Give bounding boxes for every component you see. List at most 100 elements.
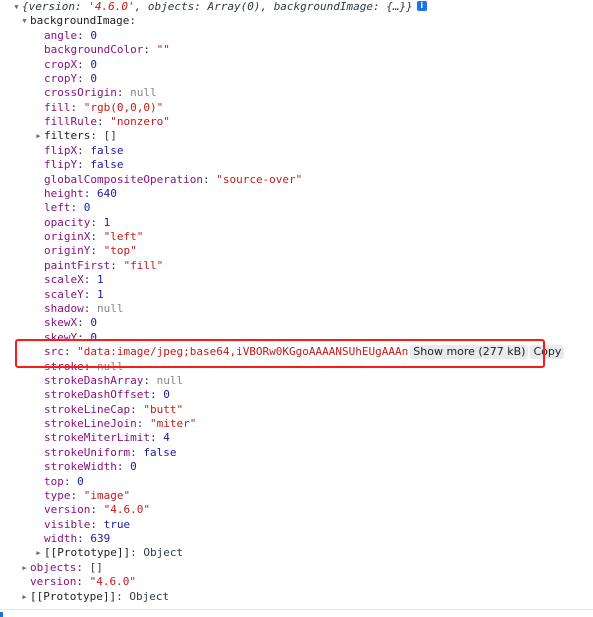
property-key: crossOrigin	[44, 86, 117, 100]
property-value: 0	[163, 388, 170, 402]
property-key: angle	[44, 28, 78, 42]
property-value: "data:image/jpeg;base64,iVBORw0KGgoAAAAN…	[77, 345, 409, 359]
expand-arrow-closed-icon[interactable]: ▶	[20, 561, 29, 575]
property-key: originX	[44, 230, 91, 244]
property-key: cropY	[44, 71, 78, 85]
summary-key: backgroundImage	[273, 0, 374, 13]
console-prompt-caret[interactable]	[0, 612, 3, 617]
property-value: "source-over"	[216, 172, 303, 186]
prototype-row[interactable]: ▶ [[Prototype]]: Object	[34, 546, 183, 560]
property-row-visible: visible: true	[44, 517, 131, 531]
property-value: false	[143, 445, 177, 459]
property-value: 4	[163, 431, 170, 445]
prototype-value: Object	[143, 546, 184, 560]
property-value: "4.6.0"	[89, 575, 136, 589]
property-value: 640	[97, 186, 117, 200]
property-row-scaleX: scaleX: 1	[44, 273, 104, 287]
property-value: 0	[83, 201, 91, 215]
summary-value: '4.6.0'	[88, 0, 135, 13]
property-key: strokeDashArray	[44, 373, 144, 387]
property-key: height	[44, 186, 84, 200]
property-row-scaleY: scaleY: 1	[44, 287, 104, 301]
property-key: strokeLineCap	[44, 402, 131, 416]
property-key: strokeMiterLimit	[44, 431, 150, 445]
property-row-paintFirst: paintFirst: "fill"	[44, 258, 164, 272]
property-key: opacity	[44, 215, 91, 229]
expand-arrow-closed-icon[interactable]: ▶	[34, 129, 43, 143]
property-key: scaleY	[44, 287, 84, 301]
property-row-cropX: cropX: 0	[44, 57, 97, 71]
expand-arrow-closed-icon[interactable]: ▶	[20, 590, 29, 604]
property-value: "left"	[103, 230, 144, 244]
property-row-filters[interactable]: ▶ filters: []	[34, 129, 117, 143]
property-row-globalCompositeOperation: globalCompositeOperation: "source-over"	[44, 172, 303, 186]
property-value: "top"	[103, 244, 137, 258]
info-icon[interactable]: i	[416, 1, 427, 11]
property-key: type	[44, 488, 71, 502]
root-property-row-objects[interactable]: ▶ objects: []	[20, 560, 102, 575]
summary-key: objects	[147, 0, 195, 13]
property-value: 1	[97, 287, 104, 301]
property-key: strokeLineJoin	[44, 417, 137, 431]
property-row-flipX: flipX: false	[44, 143, 124, 157]
property-value: 0	[90, 28, 97, 42]
property-key: objects	[30, 560, 77, 574]
property-row-crossOrigin: crossOrigin: null	[44, 86, 157, 100]
console-separator	[0, 609, 593, 610]
property-value: 639	[90, 532, 111, 546]
copy-button[interactable]: Copy	[530, 345, 565, 360]
property-row-cropY: cropY: 0	[44, 71, 97, 85]
property-value: 0	[77, 474, 84, 488]
property-value: "fill"	[123, 258, 164, 272]
property-key: skewY	[44, 330, 78, 344]
prototype-key: [[Prototype]]	[44, 546, 131, 560]
property-value: Object	[129, 589, 170, 603]
property-row-version: version: "4.6.0"	[44, 503, 150, 517]
property-key: backgroundColor	[44, 43, 144, 57]
object-summary-row[interactable]: ▼ {version: '4.6.0', objects: Array(0), b…	[12, 0, 427, 14]
property-key: stroke	[44, 359, 84, 373]
property-value: true	[103, 517, 131, 531]
root-property-row-version: version: "4.6.0"	[30, 575, 136, 589]
property-row-width: width: 639	[44, 532, 111, 546]
property-row-strokeDashOffset: strokeDashOffset: 0	[44, 388, 170, 402]
property-value: 0	[130, 460, 137, 474]
property-value: []	[103, 129, 117, 143]
property-row-skewY: skewY: 0	[44, 330, 97, 344]
property-key: src	[44, 345, 64, 359]
property-key: flipY	[44, 158, 78, 172]
property-row-originY: originY: "top"	[44, 244, 137, 258]
property-key: globalCompositeOperation	[44, 172, 203, 186]
summary-key: version	[28, 0, 75, 13]
property-row-strokeLineJoin: strokeLineJoin: "miter"	[44, 417, 197, 431]
property-value: "nonzero"	[110, 115, 170, 129]
object-summary: {version: '4.6.0', objects: Array(0), ba…	[22, 0, 413, 13]
property-value: false	[90, 143, 124, 157]
root-property-row-Prototype[interactable]: ▶ [[Prototype]]: Object	[20, 590, 169, 604]
summary-close-brace: }	[406, 0, 413, 13]
property-value: "image"	[83, 488, 131, 502]
expand-arrow-closed-icon[interactable]: ▶	[34, 546, 43, 560]
property-value: 0	[90, 57, 97, 71]
property-value: 1	[97, 273, 104, 287]
property-row-skewX: skewX: 0	[44, 316, 97, 330]
property-row-backgroundColor: backgroundColor: ""	[44, 43, 170, 57]
property-key: cropX	[44, 57, 78, 71]
property-key: visible	[44, 517, 91, 531]
property-value: "butt"	[143, 402, 184, 416]
expand-arrow-open-icon[interactable]: ▼	[12, 0, 21, 14]
property-row-flipY: flipY: false	[44, 158, 124, 172]
backgroundImage-row[interactable]: ▼ backgroundImage:	[20, 14, 136, 28]
property-value: null	[156, 373, 184, 387]
property-key: originY	[44, 244, 91, 258]
property-value: null	[97, 301, 124, 315]
expand-arrow-open-icon[interactable]: ▼	[20, 14, 29, 28]
property-value: 1	[103, 215, 111, 229]
summary-open-brace: {	[22, 0, 29, 13]
show-more-button[interactable]: Show more (277 kB)	[410, 345, 529, 360]
property-key: paintFirst	[44, 258, 111, 272]
property-row-strokeMiterLimit: strokeMiterLimit: 4	[44, 431, 170, 445]
property-row-originX: originX: "left"	[44, 230, 144, 244]
property-key: strokeWidth	[44, 460, 117, 474]
property-row-strokeLineCap: strokeLineCap: "butt"	[44, 402, 184, 416]
